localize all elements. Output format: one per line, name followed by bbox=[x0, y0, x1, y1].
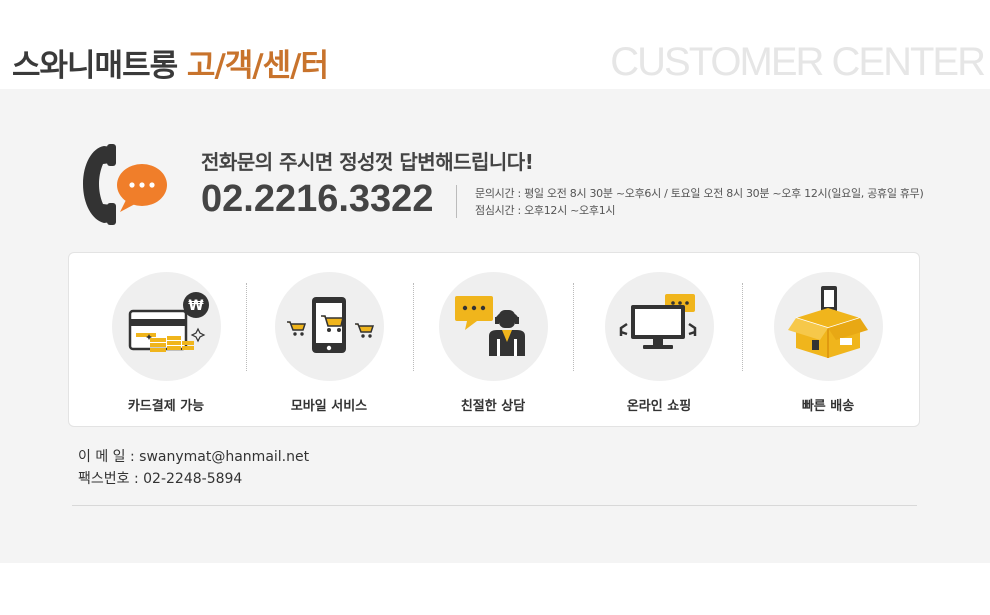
fax-label: 팩스번호 : bbox=[78, 471, 139, 487]
lunch-hours-line: 점심시간 : 오후12시 ~오후1시 bbox=[475, 204, 616, 217]
title-accent: 고/객/센/터 bbox=[186, 48, 329, 84]
dotted-separator bbox=[742, 283, 743, 371]
service-fast-delivery: 빠른 배송 bbox=[768, 272, 888, 414]
counselor-icon bbox=[438, 272, 548, 381]
vertical-divider bbox=[456, 185, 457, 218]
service-label: 친절한 상담 bbox=[460, 399, 526, 414]
delivery-box-icon bbox=[773, 272, 883, 381]
service-label: 카드결제 가능 bbox=[127, 399, 205, 414]
horizontal-divider bbox=[72, 505, 917, 506]
service-counseling: 친절한 상담 bbox=[433, 272, 553, 414]
svg-text:₩: ₩ bbox=[188, 298, 204, 314]
service-label: 온라인 쇼핑 bbox=[626, 399, 692, 414]
service-mobile: 모바일 서비스 bbox=[269, 272, 389, 414]
email-label: 이 메 일 : bbox=[78, 449, 135, 465]
fax-row: 팩스번호 : 02-2248-5894 bbox=[78, 468, 309, 490]
service-card-payment: ₩ 카드결제 가능 bbox=[106, 272, 226, 414]
call-slogan: 전화문의 주시면 정성껏 답변해드립니다! bbox=[201, 150, 534, 174]
customer-center-panel: 전화문의 주시면 정성껏 답변해드립니다! 02.2216.3322 문의시간 … bbox=[0, 89, 990, 563]
email-row: 이 메 일 : swanymat@hanmail.net bbox=[78, 446, 309, 468]
dotted-separator bbox=[573, 283, 574, 371]
header: 스와니매트롱 고/객/센/터 CUSTOMER CENTER bbox=[0, 0, 990, 89]
service-label: 모바일 서비스 bbox=[290, 399, 368, 414]
dotted-separator bbox=[246, 283, 247, 371]
email-address[interactable]: swanymat@hanmail.net bbox=[139, 449, 309, 465]
title-main: 스와니매트롱 bbox=[12, 48, 178, 84]
business-hours: 문의시간 : 평일 오전 8시 30분 ~오후6시 / 토요일 오전 8시 30… bbox=[475, 185, 924, 219]
card-coins-icon: ₩ bbox=[111, 272, 221, 381]
service-online-shopping: 온라인 쇼핑 bbox=[599, 272, 719, 414]
service-label: 빠른 배송 bbox=[801, 399, 855, 414]
dotted-separator bbox=[413, 283, 414, 371]
mobile-cart-icon bbox=[274, 272, 384, 381]
service-features: ₩ 카드결제 가능 모바일 서비스 친절한 상담 온라인 쇼핑 빠른 배송 bbox=[68, 252, 920, 427]
phone-chat-icon bbox=[80, 142, 170, 227]
fax-number: 02-2248-5894 bbox=[143, 471, 243, 487]
hours-line: 문의시간 : 평일 오전 8시 30분 ~오후6시 / 토요일 오전 8시 30… bbox=[475, 187, 924, 200]
page-title: 스와니매트롱 고/객/센/터 bbox=[12, 40, 329, 85]
monitor-icon bbox=[604, 272, 714, 381]
contact-info: 이 메 일 : swanymat@hanmail.net 팩스번호 : 02-2… bbox=[78, 446, 309, 490]
title-english: CUSTOMER CENTER bbox=[610, 40, 986, 84]
phone-number[interactable]: 02.2216.3322 bbox=[201, 178, 433, 221]
